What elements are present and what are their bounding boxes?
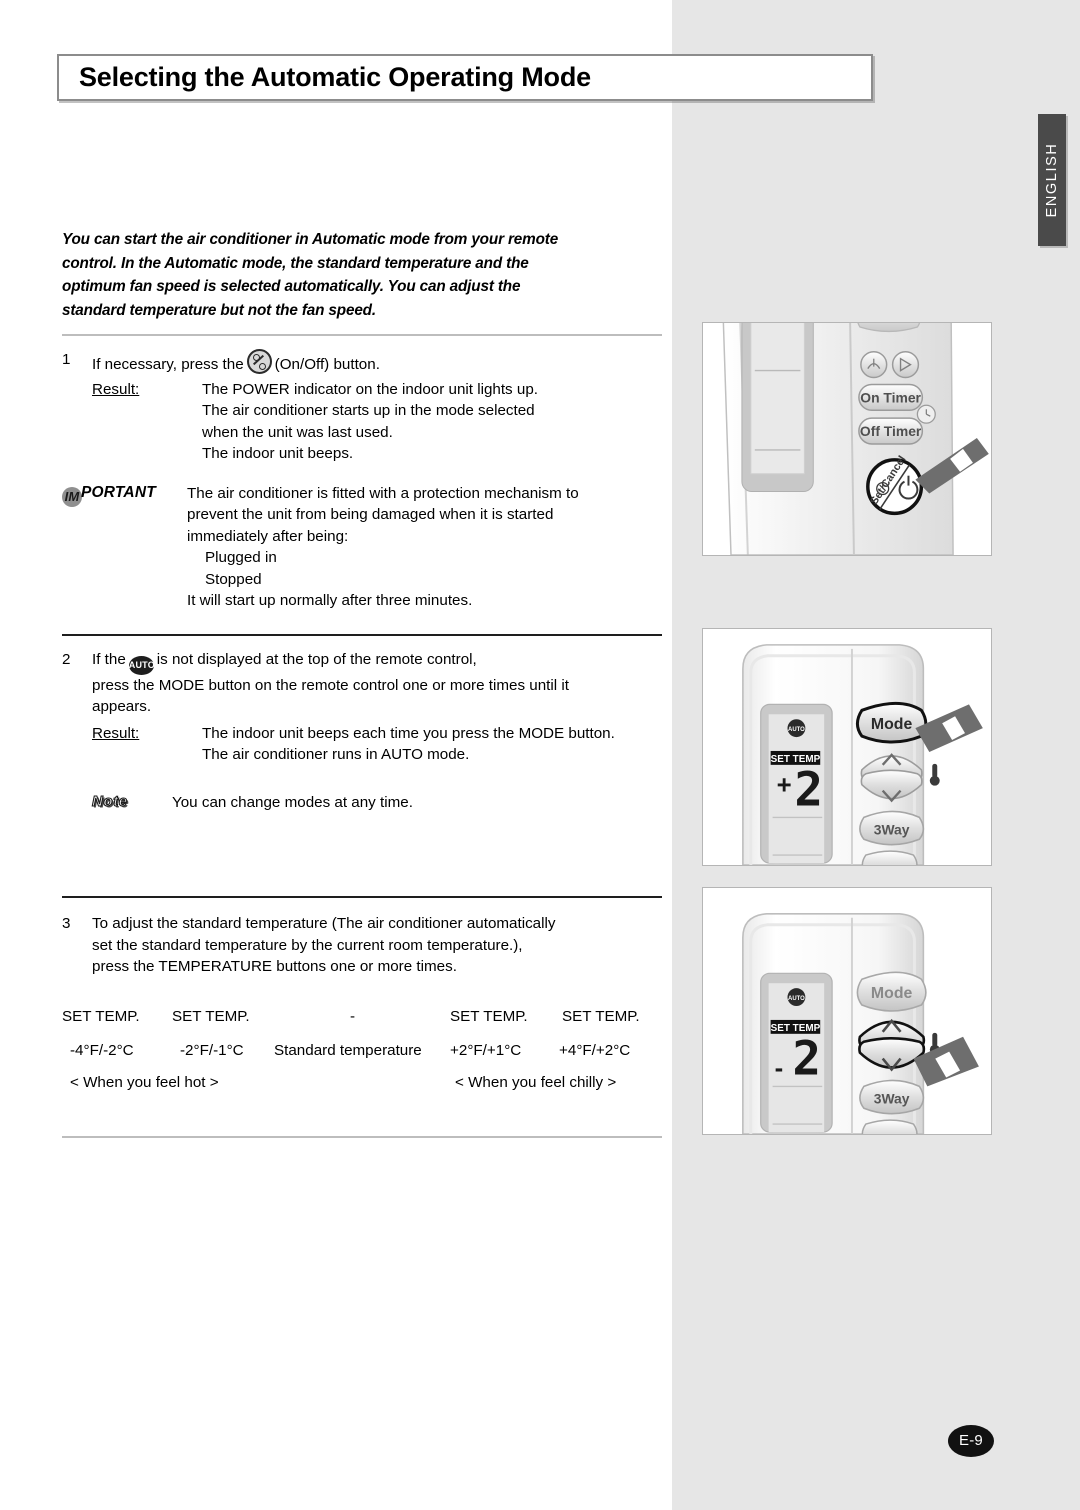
step-2-text-after: is not displayed at the top of the remot…: [156, 650, 477, 668]
step-2-result-line-1: The indoor unit beeps each time you pres…: [202, 724, 615, 742]
svg-text:AUTO: AUTO: [788, 727, 805, 733]
important-line-2: prevent the unit from being damaged when…: [187, 506, 554, 523]
feel-chilly-label: < When you feel chilly >: [455, 1073, 617, 1091]
step-2-result-line-2: The air conditioner runs in AUTO mode.: [202, 746, 470, 763]
remote-control-mode-button-figure: AUTO SET TEMP + 2 Mode 3Way: [702, 628, 992, 866]
important-line-3: immediately after being:: [187, 527, 349, 545]
temp-value-5: +4°F/+2°C: [559, 1041, 631, 1059]
note-label: Note: [91, 792, 128, 810]
step-2-number: 2: [62, 650, 71, 668]
step-3: 3 To adjust the standard temperature (Th…: [62, 913, 662, 978]
step-1-text: If necessary, press the (On/Off) button.: [92, 349, 662, 376]
lcd-sign: +: [777, 772, 792, 800]
temp-value-2: -2°F/-1°C: [180, 1041, 244, 1059]
step-2-result: Result: The indoor unit beeps each time …: [92, 723, 662, 766]
temperature-feel-row: < When you feel hot > < When you feel ch…: [62, 1074, 660, 1100]
on-timer-button-label: On Timer: [860, 389, 921, 405]
step-1-number: 1: [62, 351, 71, 368]
step-1-text-before: If necessary, press the: [92, 356, 244, 373]
temperature-header-row: SET TEMP. SET TEMP. - SET TEMP. SET TEMP…: [62, 1008, 660, 1034]
temp-header-4: SET TEMP.: [450, 1007, 528, 1025]
language-side-tab: ENGLISH: [1038, 114, 1066, 246]
lcd-value: 2: [794, 763, 823, 818]
three-way-button-label: 3Way: [874, 821, 910, 837]
remote-control-temperature-buttons-figure: AUTO SET TEMP - 2 Mode 3Way: [702, 887, 992, 1135]
step-1-result-line-3: when the unit was last used.: [202, 423, 393, 441]
divider-after-intro: [62, 334, 662, 336]
divider-before-step-2: [62, 633, 662, 636]
three-way-button-label: 3Way: [874, 1090, 910, 1106]
intro-line-1: You can start the air conditioner in Aut…: [62, 231, 559, 248]
step-3-line-2: set the standard temperature by the curr…: [92, 936, 523, 954]
step-2-line-2: press the MODE button on the remote cont…: [92, 676, 569, 694]
step-2-text-before: If the: [92, 650, 126, 668]
step-2-note: Note You can change modes at any time.: [91, 792, 662, 814]
temp-header-3: -: [350, 1007, 356, 1025]
intro-paragraph: You can start the air conditioner in Aut…: [62, 228, 660, 322]
intro-line-2: control. In the Automatic mode, the stan…: [62, 254, 529, 272]
remote-control-power-button-figure: On Timer Off Timer Set/Cancel: [702, 322, 992, 556]
svg-text:AUTO: AUTO: [788, 996, 805, 1002]
important-closing: It will start up normally after three mi…: [187, 592, 473, 609]
lcd-auto-mode-icon: AUTO: [787, 988, 806, 1007]
step-3-line-3: press the TEMPERATURE buttons one or mor…: [92, 958, 457, 975]
off-timer-button-label: Off Timer: [860, 423, 922, 439]
temp-value-1: -4°F/-2°C: [70, 1041, 134, 1059]
temp-header-2: SET TEMP.: [172, 1007, 250, 1025]
temp-value-standard: Standard temperature: [274, 1041, 422, 1059]
step-2-result-label: Result:: [92, 724, 140, 742]
temp-header-5: SET TEMP.: [562, 1007, 640, 1025]
page-number-badge: E-9: [948, 1425, 994, 1457]
step-1-result-line-2: The air conditioner starts up in the mod…: [202, 402, 535, 419]
step-2-line-1: If the AUTO is not displayed at the top of…: [92, 649, 662, 675]
lcd-auto-mode-icon: AUTO: [787, 719, 806, 738]
step-1-result: Result: The POWER indicator on the indoo…: [92, 379, 662, 465]
feel-hot-label: < When you feel hot >: [70, 1073, 219, 1091]
temp-header-1: SET TEMP.: [62, 1007, 140, 1025]
lcd-sign: -: [775, 1054, 784, 1082]
step-3-line-1: To adjust the standard temperature (The …: [92, 915, 556, 932]
important-bullet-2: Stopped: [205, 570, 262, 588]
document-page: Selecting the Automatic Operating Mode E…: [0, 0, 1080, 1510]
note-text: You can change modes at any time.: [172, 793, 413, 811]
important-label: IM PORTANT: [62, 482, 156, 507]
step-1-result-line-1: The POWER indicator on the indoor unit l…: [202, 380, 538, 398]
page-title-box: Selecting the Automatic Operating Mode: [57, 54, 873, 101]
intro-line-3: optimum fan speed is selected automatica…: [62, 278, 521, 295]
mode-button-label: Mode: [871, 716, 913, 733]
page-title: Selecting the Automatic Operating Mode: [79, 61, 591, 92]
step-3-number: 3: [62, 915, 71, 932]
important-label-text: PORTANT: [81, 483, 156, 501]
mode-button-label: Mode: [871, 985, 913, 1002]
step-1: 1 If necessary, press the (On/Off) button…: [62, 349, 662, 376]
important-note: IM PORTANT The air conditioner is fitted …: [62, 483, 662, 612]
important-bullet-1: Plugged in: [205, 549, 277, 566]
divider-before-step-3: [62, 896, 662, 898]
divider-bottom: [62, 1135, 662, 1138]
temperature-scale-table: SET TEMP. SET TEMP. - SET TEMP. SET TEMP…: [62, 1008, 660, 1100]
lcd-value: 2: [792, 1031, 821, 1086]
language-side-tab-label: ENGLISH: [1044, 142, 1060, 218]
temperature-value-row: -4°F/-2°C -2°F/-1°C Standard temperature…: [62, 1042, 660, 1068]
step-1-text-after: (On/Off) button.: [274, 356, 380, 373]
important-line-1: The air conditioner is fitted with a pro…: [187, 484, 579, 502]
power-on-off-icon: [246, 349, 272, 374]
main-content-column: You can start the air conditioner in Aut…: [62, 228, 662, 1138]
step-2-line-3: appears.: [92, 698, 152, 715]
auto-mode-icon: AUTO: [128, 655, 155, 675]
temp-value-4: +2°F/+1°C: [450, 1041, 522, 1059]
step-1-result-label: Result:: [92, 380, 140, 398]
step-1-result-line-4: The indoor unit beeps.: [202, 445, 354, 462]
intro-line-4: standard temperature but not the fan spe…: [62, 301, 376, 319]
step-2: 2 If the AUTO is not displayed at the top …: [62, 649, 662, 718]
important-badge-icon: IM: [62, 486, 82, 507]
